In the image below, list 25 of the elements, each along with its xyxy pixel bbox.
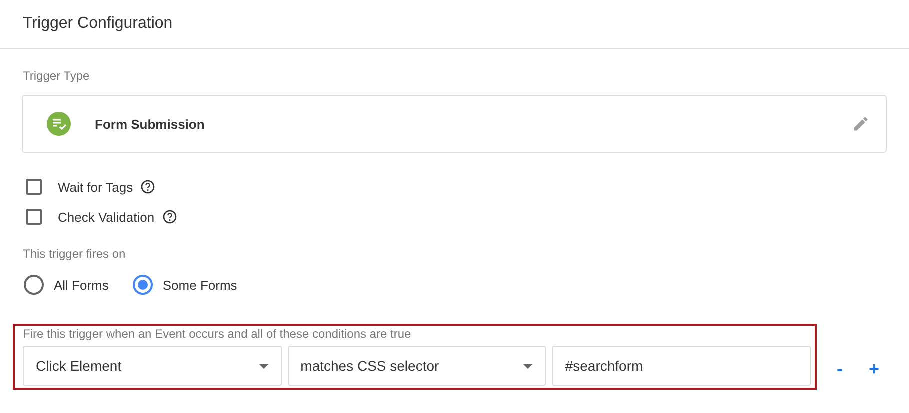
trigger-type-card[interactable]: Form Submission: [22, 95, 887, 153]
variable-dropdown[interactable]: Click Element: [23, 346, 282, 386]
form-check-icon: [47, 112, 71, 136]
remove-condition-button[interactable]: -: [831, 359, 849, 380]
radio-button[interactable]: [132, 275, 153, 295]
value-field[interactable]: #searchform: [552, 346, 812, 386]
radio-label: Some Forms: [162, 278, 238, 292]
section-label: Trigger Type: [23, 69, 91, 83]
condition-label: Fire this trigger when an Event occurs and all of these conditions are true: [23, 327, 412, 341]
dropdown-caret-icon: [258, 364, 269, 368]
add-condition-button[interactable]: +: [863, 359, 886, 380]
operator-dropdown[interactable]: matches CSS selector: [288, 346, 546, 386]
checkbox-label: Wait for Tags: [58, 180, 134, 194]
radio-button[interactable]: [24, 275, 44, 295]
help-icon[interactable]: [141, 180, 156, 194]
radio-label: All Forms: [54, 278, 109, 292]
help-icon[interactable]: [162, 210, 177, 224]
checkbox-label: Check Validation: [58, 210, 155, 224]
trigger-type-name: Form Submission: [95, 116, 206, 132]
checkbox[interactable]: [26, 179, 42, 195]
page-title: Trigger Configuration: [23, 15, 173, 33]
edit-icon[interactable]: [852, 115, 870, 133]
section-label: This trigger fires on: [23, 247, 127, 261]
dropdown-caret-icon: [523, 364, 534, 368]
checkbox[interactable]: [26, 209, 42, 225]
